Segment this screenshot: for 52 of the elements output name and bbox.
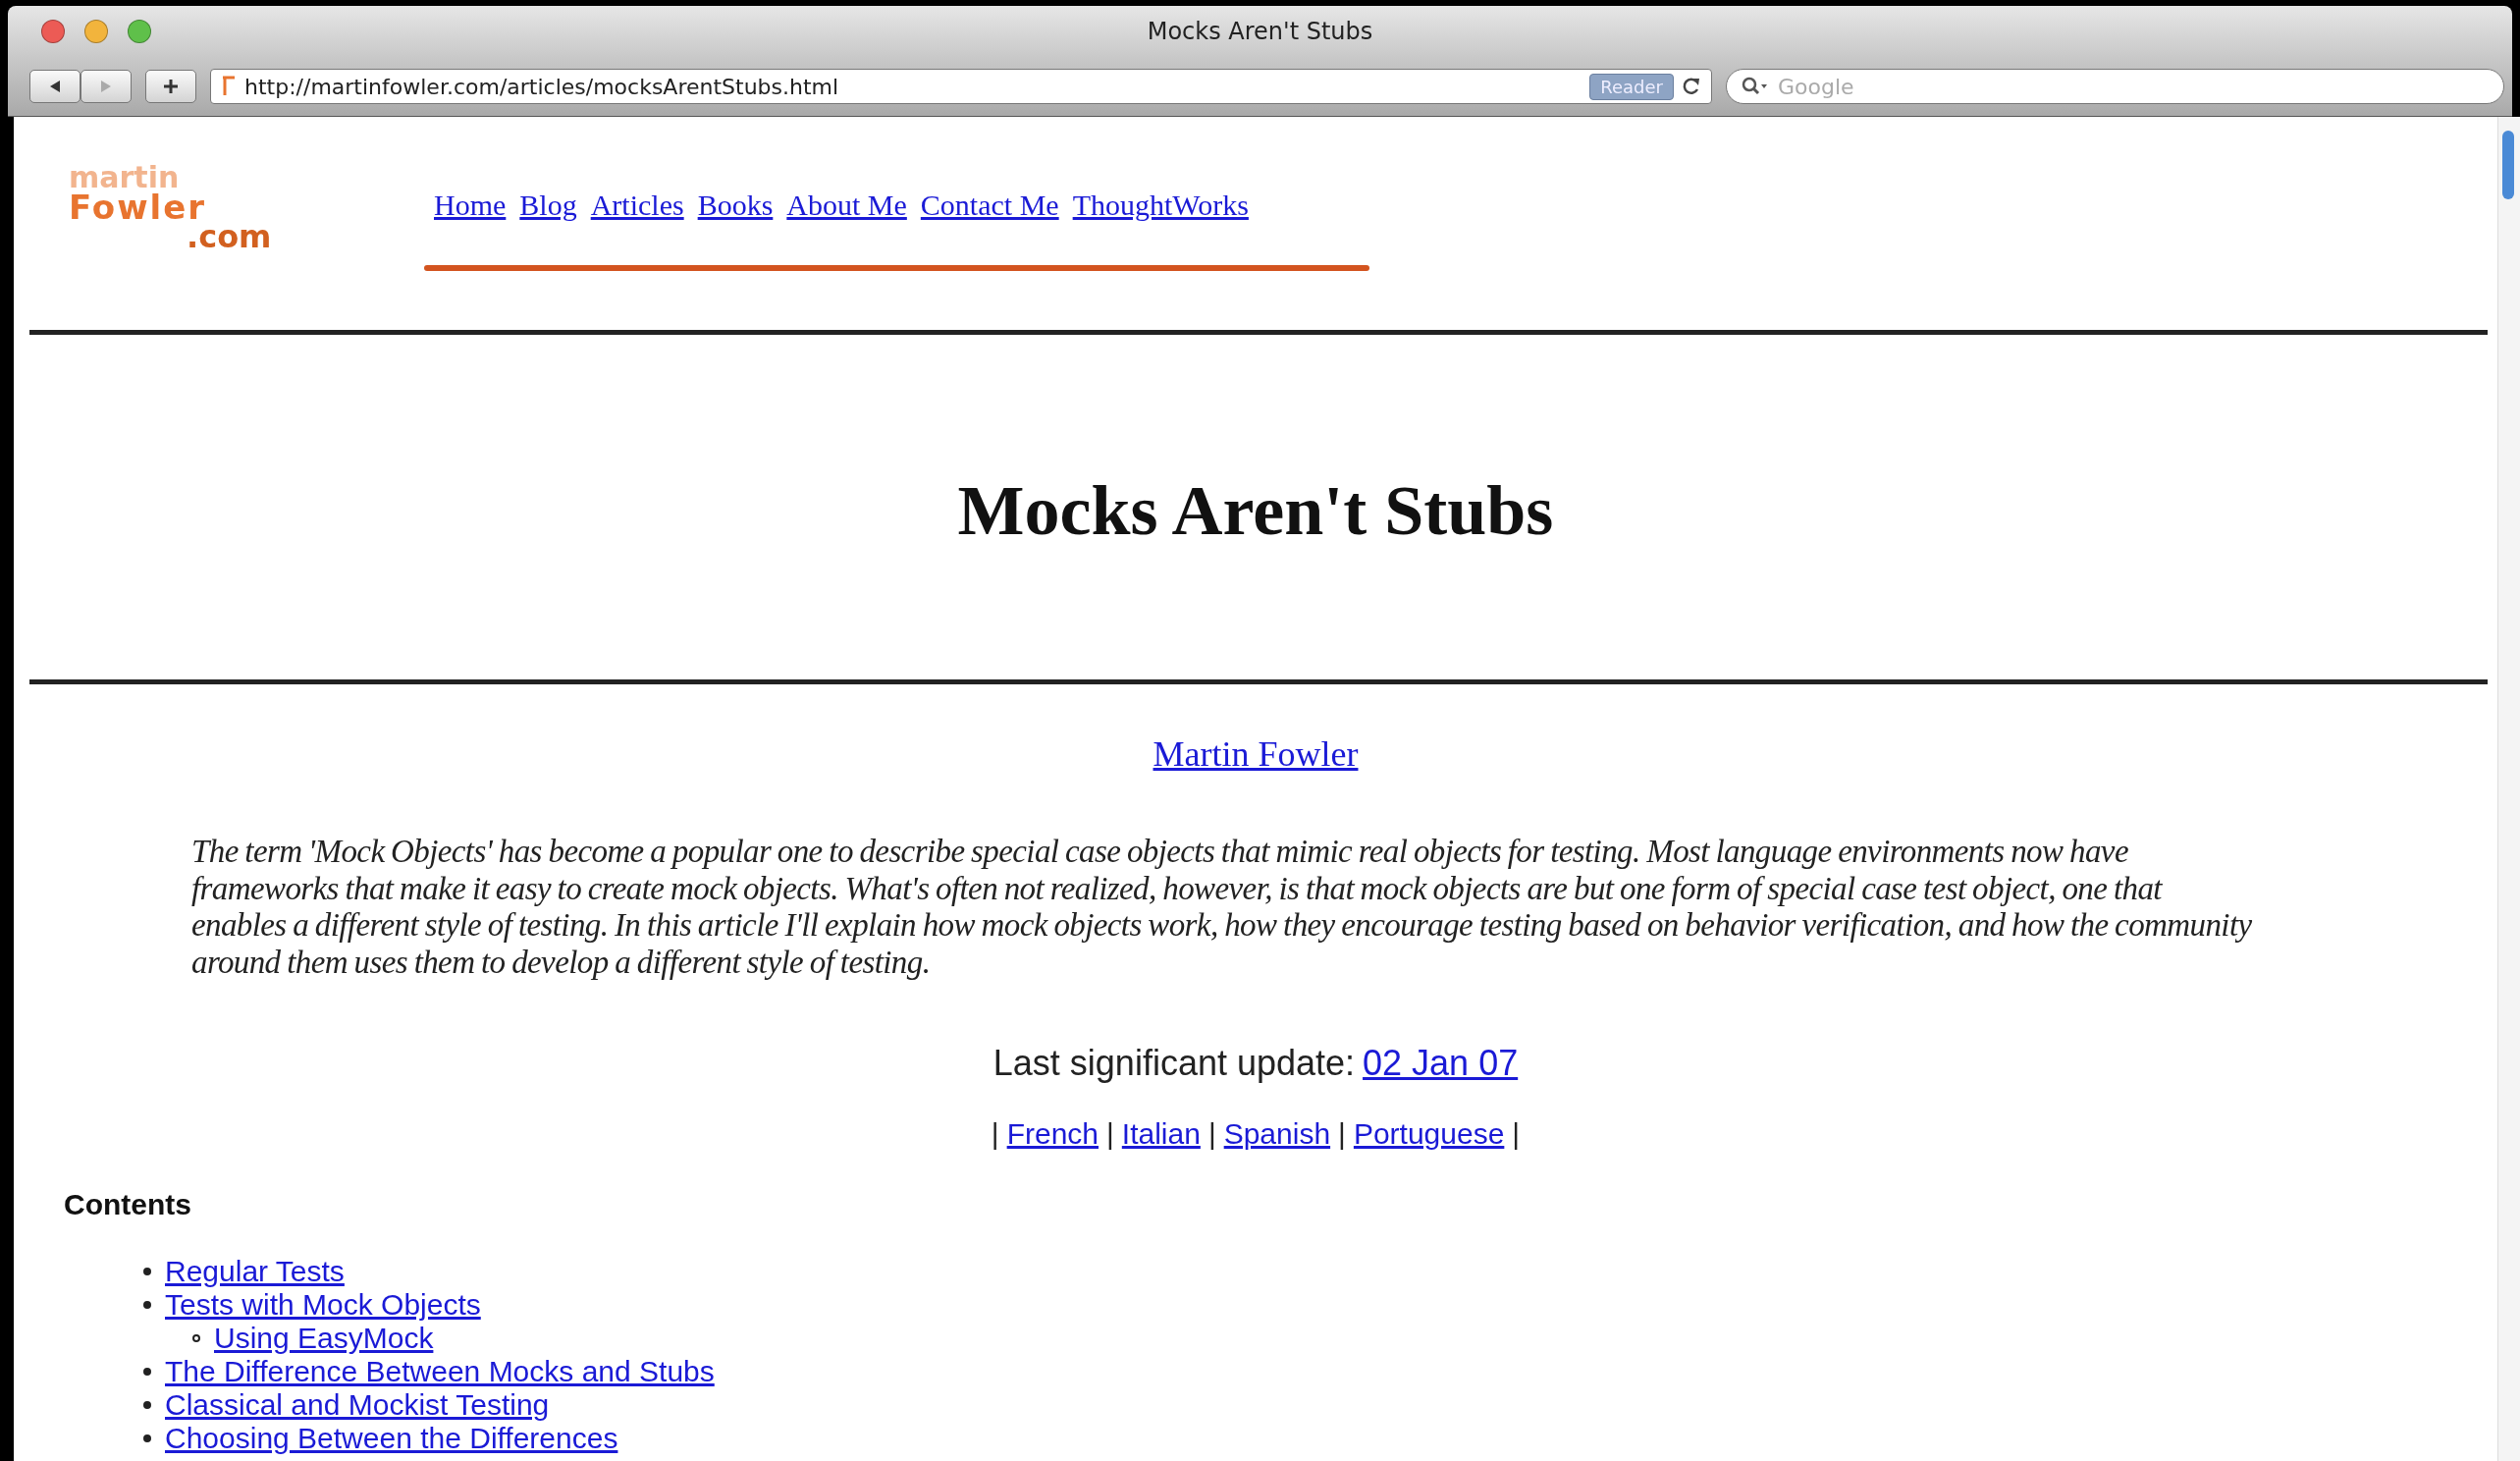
article-title: Mocks Aren't Stubs (956, 470, 1555, 552)
language-link[interactable]: Spanish (1223, 1117, 1331, 1151)
favicon-icon (221, 76, 237, 97)
author-link[interactable]: Martin Fowler (1153, 733, 1359, 775)
back-button[interactable] (29, 70, 80, 103)
contents-link[interactable]: Regular Tests (165, 1255, 345, 1288)
bullet-icon (143, 1401, 151, 1409)
nav-link[interactable]: ThoughtWorks (1072, 189, 1249, 222)
separator: | (1106, 1117, 1114, 1151)
contents-heading: Contents (64, 1188, 192, 1221)
nav-link[interactable]: Home (434, 189, 507, 222)
nav-link[interactable]: Books (697, 189, 774, 222)
back-arrow-icon (48, 80, 62, 93)
forward-button[interactable] (80, 70, 132, 103)
nav-link[interactable]: Articles (590, 189, 684, 222)
window-title: Mocks Aren't Stubs (1147, 18, 1373, 45)
minimize-button[interactable] (84, 20, 108, 43)
forward-arrow-icon (99, 80, 113, 93)
separator: | (1338, 1117, 1346, 1151)
search-field[interactable]: Google (1726, 69, 2504, 104)
bullet-icon (143, 1268, 151, 1275)
contents-link[interactable]: Choosing Between the Differences (165, 1422, 618, 1455)
separator: | (1512, 1117, 1521, 1151)
site-logo[interactable]: martin Fowler .com (69, 163, 353, 251)
contents-link[interactable]: Using EasyMock (214, 1322, 434, 1355)
bullet-icon (143, 1301, 151, 1309)
nav-link[interactable]: Blog (519, 189, 577, 222)
bullet-icon (143, 1368, 151, 1376)
search-icon (1741, 76, 1768, 97)
zoom-button[interactable] (128, 20, 151, 43)
bullet-icon (192, 1334, 200, 1342)
reload-icon[interactable] (1682, 76, 1701, 97)
add-bookmark-button[interactable] (145, 70, 196, 103)
abstract-paragraph: The term 'Mock Objects' has become a popular one to describe special case objects that mimic real objects for testing. Most language environments now have frameworks that make it easy to create mock objects. What's often not realized, however, is that mock objects are but one form of special case test object, one that enables a different style of testing. In this article I'll explain how mock objects work, how they encourage testing based on behavior verification, and how the community around them uses them to develop a different style of testing. (191, 834, 2253, 981)
language-link[interactable]: Italian (1121, 1117, 1201, 1151)
search-input[interactable]: Google (1776, 73, 2490, 100)
address-field[interactable]: http://martinfowler.com/articles/mocksArentStubs.html Reader (210, 69, 1712, 104)
separator: | (1207, 1117, 1216, 1151)
scroll-thumb[interactable] (2502, 131, 2514, 199)
update-label: Last significant update: (992, 1043, 1356, 1084)
contents-link[interactable]: Classical and Mockist Testing (165, 1388, 550, 1422)
nav-link[interactable]: About Me (786, 189, 907, 222)
nav-link[interactable]: Contact Me (920, 189, 1059, 222)
close-button[interactable] (41, 20, 65, 43)
contents-link[interactable]: Tests with Mock Objects (165, 1288, 481, 1322)
separator: | (991, 1117, 999, 1151)
language-link[interactable]: Portuguese (1353, 1117, 1505, 1151)
update-date-link[interactable]: 02 Jan 07 (1363, 1043, 1519, 1084)
contents-link[interactable]: The Difference Between Mocks and Stubs (165, 1355, 715, 1388)
plus-icon (162, 78, 180, 95)
bullet-icon (143, 1434, 151, 1442)
language-link[interactable]: French (1006, 1117, 1099, 1151)
